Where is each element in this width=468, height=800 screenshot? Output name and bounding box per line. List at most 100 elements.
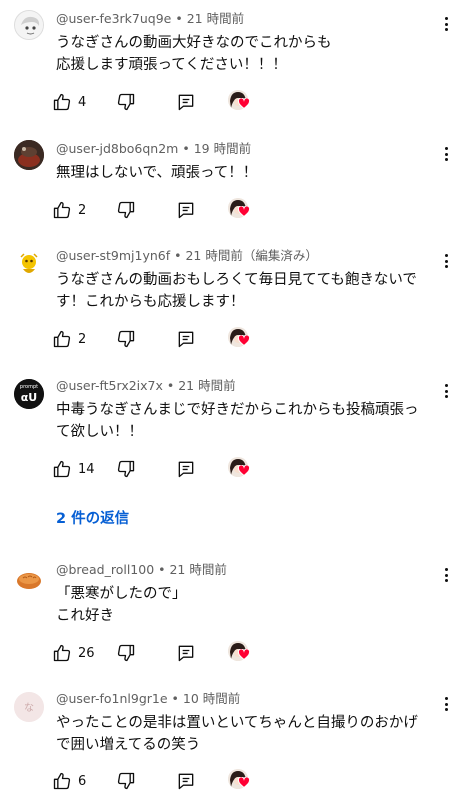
avatar-text: な bbox=[24, 702, 34, 714]
dislike-button[interactable] bbox=[116, 325, 136, 353]
comment-actions: 2 bbox=[52, 325, 262, 353]
dislike-button[interactable] bbox=[116, 455, 136, 483]
creator-heart-icon bbox=[238, 649, 250, 660]
like-count: 2 bbox=[78, 202, 87, 218]
creator-heart bbox=[226, 639, 254, 667]
avatar[interactable] bbox=[14, 10, 44, 40]
username[interactable]: @user-fo1nl9gr1e bbox=[56, 691, 168, 706]
thumb-down-icon bbox=[117, 201, 135, 219]
comment-meta: @user-fe3rk7uq9e • 21 時間前 bbox=[56, 11, 245, 26]
avatar[interactable] bbox=[14, 140, 44, 170]
avatar[interactable] bbox=[14, 565, 44, 595]
dislike-button[interactable] bbox=[116, 639, 136, 667]
timestamp[interactable]: 21 時間前 bbox=[187, 11, 244, 26]
comment-actions: 26 bbox=[52, 639, 262, 667]
dislike-button[interactable] bbox=[116, 767, 136, 795]
reply-button[interactable] bbox=[176, 639, 196, 667]
more-vert-icon[interactable] bbox=[436, 379, 456, 403]
more-vert-icon[interactable] bbox=[436, 692, 456, 716]
comment-meta: @user-fo1nl9gr1e • 10 時間前 bbox=[56, 691, 241, 706]
reply-button[interactable] bbox=[176, 767, 196, 795]
avatar[interactable]: な bbox=[14, 692, 44, 722]
creator-heart-icon bbox=[238, 465, 250, 476]
creator-heart-icon bbox=[238, 206, 250, 217]
comment: @bread_roll100 • 21 時間前 「悪寒がしたので」 これ好き 2… bbox=[0, 561, 468, 671]
timestamp[interactable]: 19 時間前 bbox=[194, 141, 251, 156]
reply-icon bbox=[178, 773, 194, 790]
more-vert-icon[interactable] bbox=[436, 249, 456, 273]
like-button[interactable]: 26 bbox=[52, 639, 95, 667]
like-button[interactable]: 4 bbox=[52, 88, 86, 116]
timestamp[interactable]: 21 時間前 bbox=[178, 378, 235, 393]
comment-meta: @user-st9mj1yn6f • 21 時間前（編集済み） bbox=[56, 248, 318, 263]
comment-line: 応援します頑張ってください！！！ bbox=[56, 57, 287, 73]
username[interactable]: @user-fe3rk7uq9e bbox=[56, 11, 171, 26]
comment-actions: 4 bbox=[52, 88, 262, 116]
username[interactable]: @user-st9mj1yn6f bbox=[56, 248, 170, 263]
thumb-up-icon bbox=[53, 201, 71, 219]
comment: @user-st9mj1yn6f • 21 時間前（編集済み） うなぎさんの動画… bbox=[0, 247, 468, 357]
photo-avatar-image bbox=[14, 140, 44, 170]
thumb-up-icon bbox=[53, 772, 71, 790]
more-vert-icon[interactable] bbox=[436, 142, 456, 166]
comment-line: これ好き bbox=[56, 608, 114, 624]
comment-text: うなぎさんの動画おもしろくて毎日見てても飽きないで す！これからも応援します！ bbox=[56, 269, 436, 313]
creator-heart bbox=[226, 88, 254, 116]
creator-heart-icon bbox=[238, 777, 250, 788]
thumb-down-icon bbox=[117, 772, 135, 790]
edited-label: （編集済み） bbox=[242, 248, 318, 263]
more-vert-icon[interactable] bbox=[436, 563, 456, 587]
view-replies-link[interactable]: 2 件の返信 bbox=[56, 507, 129, 528]
thumb-down-icon bbox=[117, 93, 135, 111]
dislike-button[interactable] bbox=[116, 88, 136, 116]
letter-avatar-image: な bbox=[14, 692, 44, 722]
comment-text: やったことの是非は置いといてちゃんと自撮りのおかげ で囲い増えてるの笑う bbox=[56, 712, 436, 756]
dislike-button[interactable] bbox=[116, 196, 136, 224]
reply-button[interactable] bbox=[176, 196, 196, 224]
username[interactable]: @user-ft5rx2ix7x bbox=[56, 378, 163, 393]
like-button[interactable]: 6 bbox=[52, 767, 86, 795]
logo-avatar-image: prompt αU bbox=[14, 379, 44, 409]
avatar[interactable] bbox=[14, 249, 44, 279]
username[interactable]: @bread_roll100 bbox=[56, 562, 154, 577]
comment-meta: @user-ft5rx2ix7x • 21 時間前 bbox=[56, 378, 236, 393]
thumb-down-icon bbox=[117, 330, 135, 348]
like-button[interactable]: 2 bbox=[52, 325, 86, 353]
creator-heart-icon bbox=[238, 335, 250, 346]
more-vert-icon[interactable] bbox=[436, 12, 456, 36]
thumb-up-icon bbox=[53, 460, 71, 478]
reply-button[interactable] bbox=[176, 325, 196, 353]
comment-line: 中毒うなぎさんまじで好きだからこれからも投稿頑張っ bbox=[56, 402, 419, 418]
comment-meta: @bread_roll100 • 21 時間前 bbox=[56, 562, 227, 577]
thumb-down-icon bbox=[117, 460, 135, 478]
like-count: 6 bbox=[78, 773, 87, 789]
thumb-up-icon bbox=[53, 93, 71, 111]
comment-line: うなぎさんの動画大好きなのでこれからも bbox=[56, 35, 332, 51]
comment-text: 無理はしないで、頑張って！！ bbox=[56, 162, 436, 184]
comment-actions: 14 bbox=[52, 455, 262, 483]
comment: @user-fe3rk7uq9e • 21 時間前 うなぎさんの動画大好きなので… bbox=[0, 10, 468, 120]
comment-text: 「悪寒がしたので」 これ好き bbox=[56, 583, 436, 627]
comment-line: 「悪寒がしたので」 bbox=[56, 586, 187, 602]
comment-actions: 2 bbox=[52, 196, 262, 224]
comment-line: て欲しい！！ bbox=[56, 424, 143, 440]
like-count: 14 bbox=[78, 461, 95, 477]
like-button[interactable]: 2 bbox=[52, 196, 86, 224]
timestamp[interactable]: 21 時間前 bbox=[185, 248, 242, 263]
reply-button[interactable] bbox=[176, 88, 196, 116]
comment-meta: @user-jd8bo6qn2m • 19 時間前 bbox=[56, 141, 252, 156]
character-avatar-image bbox=[14, 249, 44, 279]
username[interactable]: @user-jd8bo6qn2m bbox=[56, 141, 178, 156]
thumb-up-icon bbox=[53, 644, 71, 662]
reply-button[interactable] bbox=[176, 455, 196, 483]
comment-text: うなぎさんの動画大好きなのでこれからも 応援します頑張ってください！！！ bbox=[56, 32, 436, 76]
timestamp[interactable]: 10 時間前 bbox=[183, 691, 240, 706]
avatar[interactable]: prompt αU bbox=[14, 379, 44, 409]
comment: @user-jd8bo6qn2m • 19 時間前 無理はしないで、頑張って！！… bbox=[0, 140, 468, 230]
comment-line: で囲い増えてるの笑う bbox=[56, 737, 201, 753]
comment-actions: 6 bbox=[52, 767, 262, 795]
creator-heart bbox=[226, 325, 254, 353]
timestamp[interactable]: 21 時間前 bbox=[169, 562, 226, 577]
like-button[interactable]: 14 bbox=[52, 455, 95, 483]
reply-icon bbox=[178, 94, 194, 111]
